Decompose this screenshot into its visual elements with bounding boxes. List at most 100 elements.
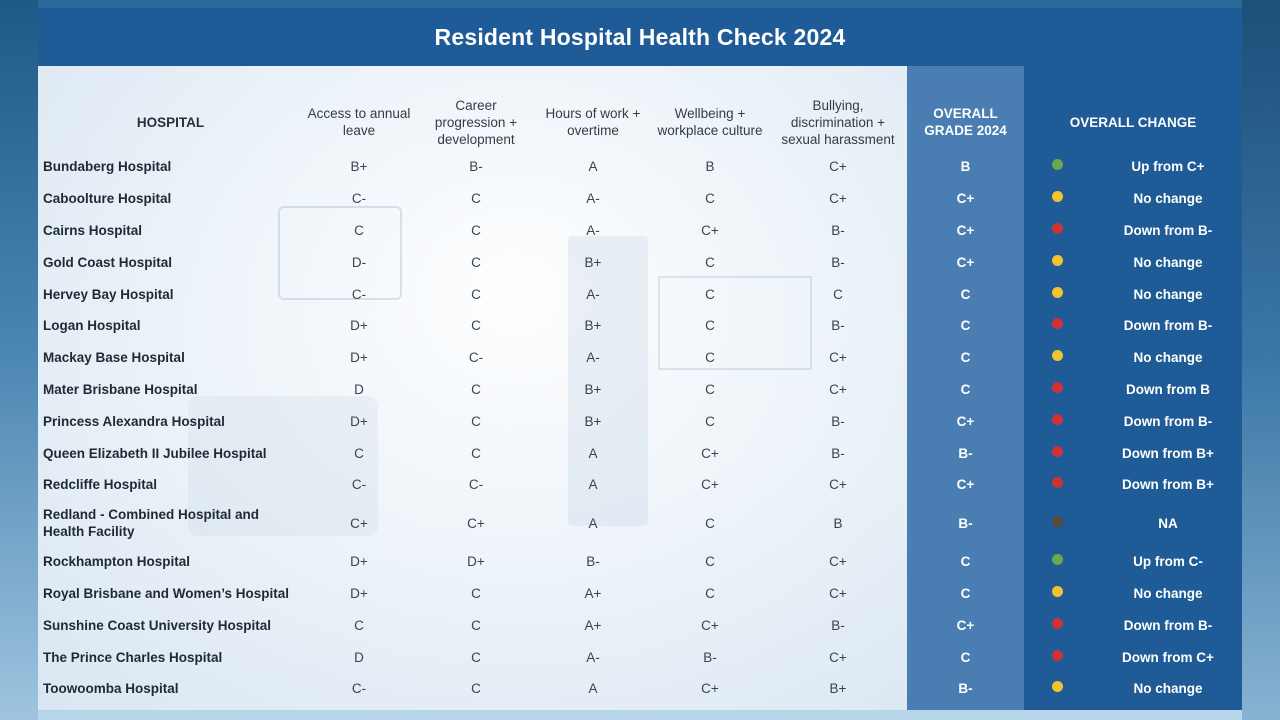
grade-bullying: B- xyxy=(831,445,845,461)
overall-grade: C+ xyxy=(956,413,975,429)
grade-career-progression: C xyxy=(471,649,481,665)
grade-bullying: B- xyxy=(831,254,845,270)
grade-wellbeing: C+ xyxy=(701,476,719,492)
table-row: Redcliffe Hospital C- C- A C+ C+ C+ Down from B… xyxy=(38,468,1242,500)
table-row: Bundaberg Hospital B+ B- A B C+ B Up from C+ xyxy=(38,150,1242,182)
hospital-name: Gold Coast Hospital xyxy=(43,254,173,270)
grade-career-progression: C xyxy=(471,617,481,633)
overall-grade: C xyxy=(960,381,971,397)
overall-grade: B- xyxy=(958,680,973,696)
grade-wellbeing: C xyxy=(705,349,715,365)
grade-annual-leave: C xyxy=(354,445,364,461)
grade-bullying: C+ xyxy=(829,553,847,569)
status-dot-icon xyxy=(1052,650,1063,661)
grade-bullying: B- xyxy=(831,413,845,429)
table-row: Toowoomba Hospital C- C A C+ B+ B- No change xyxy=(38,672,1242,704)
overall-grade: C xyxy=(960,585,971,601)
status-dot-icon xyxy=(1052,477,1063,488)
grade-annual-leave: D xyxy=(354,649,364,665)
overall-change-text: Down from B xyxy=(1126,381,1210,397)
grade-hours-of-work: A+ xyxy=(584,617,602,633)
grade-bullying: C+ xyxy=(829,190,847,206)
hospital-name: Toowoomba Hospital xyxy=(43,680,179,696)
overall-grade: C+ xyxy=(956,190,975,206)
page-title: Resident Hospital Health Check 2024 xyxy=(434,23,846,50)
grade-wellbeing: B- xyxy=(703,649,717,665)
overall-change-text: Up from C- xyxy=(1133,553,1203,569)
grade-annual-leave: C- xyxy=(351,190,367,206)
overall-change-text: NA xyxy=(1158,515,1178,531)
grade-wellbeing: C xyxy=(705,585,715,601)
grade-wellbeing: C+ xyxy=(701,617,719,633)
grade-hours-of-work: A- xyxy=(586,286,600,302)
overall-change-text: Down from B- xyxy=(1123,317,1213,333)
grade-annual-leave: D+ xyxy=(350,585,368,601)
table-row: The Prince Charles Hospital D C A- B- C+ C Down… xyxy=(38,641,1242,673)
grade-bullying: B xyxy=(833,515,843,531)
grade-bullying: B- xyxy=(831,617,845,633)
overall-grade: C+ xyxy=(956,222,975,238)
grade-hours-of-work: B+ xyxy=(584,413,602,429)
health-check-table: Resident Hospital Health Check 2024 HOSP… xyxy=(38,8,1242,710)
status-dot-icon xyxy=(1052,255,1063,266)
status-dot-icon xyxy=(1052,681,1063,692)
overall-change-text: Down from B- xyxy=(1123,617,1213,633)
status-dot-icon xyxy=(1052,586,1063,597)
grade-hours-of-work: B+ xyxy=(584,381,602,397)
grade-bullying: B+ xyxy=(829,680,847,696)
grade-annual-leave: C xyxy=(354,222,364,238)
grade-career-progression: C xyxy=(471,254,481,270)
table-row: Redland - Combined Hospital and Health F… xyxy=(38,503,1242,543)
overall-change-text: No change xyxy=(1133,349,1203,365)
status-dot-icon xyxy=(1052,350,1063,361)
grade-wellbeing: C xyxy=(705,413,715,429)
table-row: Mater Brisbane Hospital D C B+ C C+ C Down from… xyxy=(38,373,1242,405)
overall-grade: C+ xyxy=(956,254,975,270)
table-row: Rockhampton Hospital D+ D+ B- C C+ C Up from C- xyxy=(38,545,1242,577)
grade-hours-of-work: A xyxy=(588,476,598,492)
grade-bullying: B- xyxy=(831,317,845,333)
grade-wellbeing: C xyxy=(705,317,715,333)
grade-hours-of-work: A xyxy=(588,445,598,461)
grade-wellbeing: C+ xyxy=(701,680,719,696)
grade-bullying: C+ xyxy=(829,649,847,665)
hospital-name: Redcliffe Hospital xyxy=(43,476,158,492)
status-dot-icon xyxy=(1052,446,1063,457)
table-row: Cairns Hospital C C A- C+ B- C+ Down from B- xyxy=(38,214,1242,246)
grade-career-progression: B- xyxy=(469,158,483,174)
grade-career-progression: C xyxy=(471,413,481,429)
overall-change-text: Down from B- xyxy=(1123,413,1213,429)
grade-wellbeing: C xyxy=(705,254,715,270)
table-row: Sunshine Coast University Hospital C C A+ C+… xyxy=(38,609,1242,641)
grade-bullying: C+ xyxy=(829,476,847,492)
grade-hours-of-work: A- xyxy=(586,222,600,238)
hospital-name: Bundaberg Hospital xyxy=(43,158,172,174)
hospital-name: Hervey Bay Hospital xyxy=(43,286,174,302)
hospital-name: Rockhampton Hospital xyxy=(43,553,191,569)
hospital-name: Royal Brisbane and Women’s Hospital xyxy=(43,585,290,601)
overall-change-text: No change xyxy=(1133,680,1203,696)
overall-change-text: Down from B+ xyxy=(1122,445,1214,461)
overall-grade: C xyxy=(960,349,971,365)
grade-career-progression: C xyxy=(471,222,481,238)
table-row: Caboolture Hospital C- C A- C C+ C+ No change xyxy=(38,182,1242,214)
grade-annual-leave: D xyxy=(354,381,364,397)
overall-change-text: No change xyxy=(1133,254,1203,270)
grade-wellbeing: C xyxy=(705,515,715,531)
overall-change-text: No change xyxy=(1133,585,1203,601)
background-left-edge xyxy=(0,0,38,720)
overall-grade: C xyxy=(960,286,971,302)
table-row: Gold Coast Hospital D- C B+ C B- C+ No change xyxy=(38,246,1242,278)
overall-grade: B xyxy=(960,158,971,174)
overall-grade: C+ xyxy=(956,476,975,492)
grade-hours-of-work: B- xyxy=(586,553,600,569)
hospital-name: Queen Elizabeth II Jubilee Hospital xyxy=(43,445,267,461)
grade-career-progression: C xyxy=(471,445,481,461)
table-row: Princess Alexandra Hospital D+ C B+ C B- C+ Dow… xyxy=(38,405,1242,437)
grade-annual-leave: D+ xyxy=(350,413,368,429)
overall-grade: C xyxy=(960,553,971,569)
status-dot-icon xyxy=(1052,516,1063,527)
status-dot-icon xyxy=(1052,159,1063,170)
status-dot-icon xyxy=(1052,618,1063,629)
grade-career-progression: C xyxy=(471,381,481,397)
